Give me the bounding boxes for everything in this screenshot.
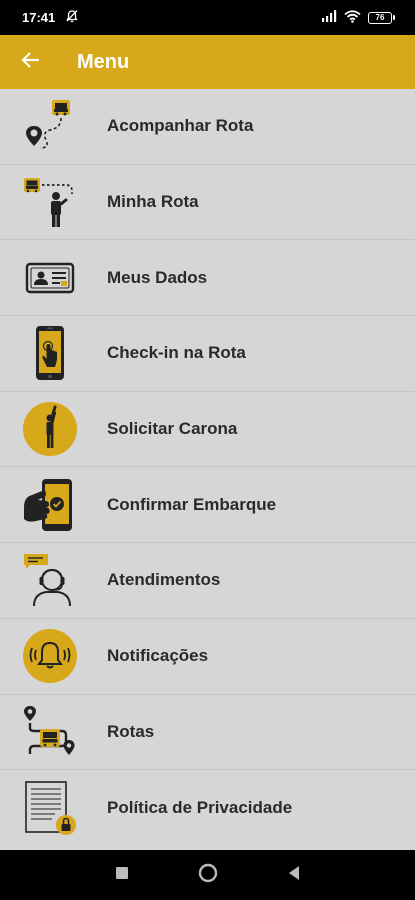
system-nav-bar (0, 850, 415, 900)
document-lock-icon (22, 780, 78, 836)
home-button[interactable] (196, 863, 220, 887)
menu-item-label: Política de Privacidade (107, 798, 293, 818)
bell-ringing-icon (22, 628, 78, 684)
support-agent-icon (22, 552, 78, 608)
menu-item-acompanhar-rota[interactable]: Acompanhar Rota (0, 89, 415, 165)
battery-icon: 76 (368, 11, 395, 24)
menu-item-label: Notificações (107, 646, 209, 666)
routes-map-icon (22, 704, 78, 760)
bus-person-icon (22, 174, 78, 230)
home-circle-icon (198, 863, 218, 888)
menu-list: Acompanhar Rota Minha Rota Meus Dados Ch… (0, 89, 415, 846)
raise-hand-person-icon (22, 401, 78, 457)
menu-item-atendimentos[interactable]: Atendimentos (0, 543, 415, 619)
menu-item-rotas[interactable]: Rotas (0, 695, 415, 771)
wifi-icon (344, 9, 361, 26)
back-triangle-icon (287, 865, 301, 886)
menu-item-politica-de-privacidade[interactable]: Política de Privacidade (0, 770, 415, 846)
menu-item-label: Atendimentos (107, 570, 221, 590)
menu-item-label: Meus Dados (107, 267, 208, 287)
recents-square-icon (115, 866, 129, 885)
menu-item-minha-rota[interactable]: Minha Rota (0, 165, 415, 241)
phone-tap-icon (22, 325, 78, 381)
menu-item-label: Acompanhar Rota (107, 116, 254, 136)
menu-item-notificacoes[interactable]: Notificações (0, 619, 415, 695)
id-card-icon (22, 250, 78, 306)
mute-icon (65, 9, 79, 26)
menu-item-label: Check-in na Rota (107, 343, 246, 363)
menu-item-label: Rotas (107, 721, 155, 741)
arrow-left-icon (21, 51, 41, 74)
bus-route-pin-icon (22, 98, 78, 154)
menu-item-check-in-na-rota[interactable]: Check-in na Rota (0, 316, 415, 392)
hand-phone-check-icon (22, 477, 78, 533)
status-bar: 17:41 76 (0, 0, 415, 35)
signal-icon (321, 10, 337, 25)
status-time: 17:41 (22, 10, 56, 25)
menu-item-label: Confirmar Embarque (107, 494, 277, 514)
page-title: Menu (77, 50, 130, 73)
menu-item-label: Solicitar Carona (107, 419, 238, 439)
back-button[interactable] (0, 35, 62, 89)
menu-item-meus-dados[interactable]: Meus Dados (0, 240, 415, 317)
recents-button[interactable] (110, 863, 134, 887)
menu-item-label: Minha Rota (107, 192, 199, 212)
app-bar: Menu (0, 35, 415, 89)
battery-level: 76 (368, 11, 392, 24)
menu-item-solicitar-carona[interactable]: Solicitar Carona (0, 392, 415, 468)
menu-item-confirmar-embarque[interactable]: Confirmar Embarque (0, 467, 415, 544)
nav-back-button[interactable] (282, 863, 306, 887)
